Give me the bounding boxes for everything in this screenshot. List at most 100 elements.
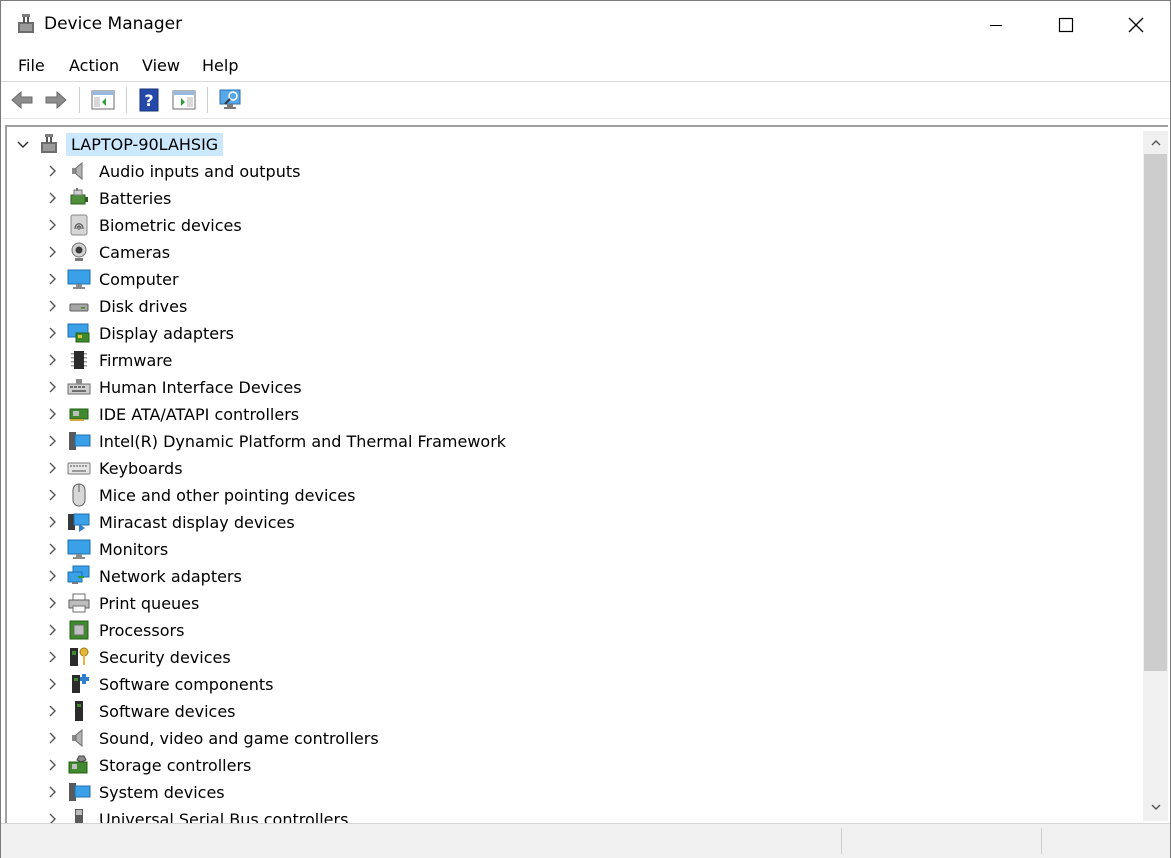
title-bar[interactable]: Device Manager bbox=[1, 1, 1170, 49]
menu-help[interactable]: Help bbox=[198, 55, 242, 76]
tree-item-label[interactable]: Universal Serial Bus controllers bbox=[99, 810, 348, 823]
scroll-down-button[interactable] bbox=[1143, 797, 1168, 817]
close-button[interactable] bbox=[1101, 1, 1171, 49]
tree-item[interactable]: Intel(R) Dynamic Platform and Thermal Fr… bbox=[7, 428, 1142, 455]
root-node-label[interactable]: LAPTOP-90LAHSIG bbox=[66, 133, 224, 156]
tree-item[interactable]: Display adapters bbox=[7, 320, 1142, 347]
tree-item-label[interactable]: Keyboards bbox=[99, 459, 183, 478]
storage-controller-icon bbox=[67, 753, 91, 777]
tree-item[interactable]: System devices bbox=[7, 779, 1142, 806]
tree-item-label[interactable]: Cameras bbox=[99, 243, 170, 262]
tree-item-label[interactable]: Batteries bbox=[99, 189, 171, 208]
device-tree[interactable]: LAPTOP-90LAHSIG Audio inputs and outputs… bbox=[5, 125, 1168, 823]
software-component-icon bbox=[67, 672, 91, 696]
tree-item-label[interactable]: Firmware bbox=[99, 351, 172, 370]
chevron-right-icon[interactable] bbox=[45, 272, 59, 286]
chevron-right-icon[interactable] bbox=[45, 380, 59, 394]
tree-item-label[interactable]: Human Interface Devices bbox=[99, 378, 302, 397]
tree-item[interactable]: Disk drives bbox=[7, 293, 1142, 320]
chevron-right-icon[interactable] bbox=[45, 326, 59, 340]
tree-item[interactable]: Biometric devices bbox=[7, 212, 1142, 239]
chevron-right-icon[interactable] bbox=[45, 218, 59, 232]
tree-item-label[interactable]: Audio inputs and outputs bbox=[99, 162, 300, 181]
tree-item-label[interactable]: Display adapters bbox=[99, 324, 234, 343]
chevron-right-icon[interactable] bbox=[45, 623, 59, 637]
chevron-right-icon[interactable] bbox=[45, 596, 59, 610]
tree-item-label[interactable]: Software components bbox=[99, 675, 273, 694]
tree-item[interactable]: Monitors bbox=[7, 536, 1142, 563]
chevron-right-icon[interactable] bbox=[45, 731, 59, 745]
chevron-right-icon[interactable] bbox=[45, 434, 59, 448]
chevron-right-icon[interactable] bbox=[45, 704, 59, 718]
tree-item-label[interactable]: Miracast display devices bbox=[99, 513, 295, 532]
chevron-right-icon[interactable] bbox=[45, 488, 59, 502]
minimize-button[interactable] bbox=[961, 1, 1031, 49]
tree-item-label[interactable]: Computer bbox=[99, 270, 179, 289]
chevron-right-icon[interactable] bbox=[45, 677, 59, 691]
chevron-right-icon[interactable] bbox=[45, 785, 59, 799]
tree-item[interactable]: Keyboards bbox=[7, 455, 1142, 482]
chevron-right-icon[interactable] bbox=[45, 569, 59, 583]
chevron-right-icon[interactable] bbox=[45, 812, 59, 823]
chevron-right-icon[interactable] bbox=[45, 650, 59, 664]
tree-item[interactable]: Batteries bbox=[7, 185, 1142, 212]
properties-button[interactable] bbox=[171, 87, 197, 113]
tree-item-label[interactable]: Print queues bbox=[99, 594, 199, 613]
chevron-right-icon[interactable] bbox=[45, 758, 59, 772]
controller-card-icon bbox=[67, 402, 91, 426]
tree-item-label[interactable]: Software devices bbox=[99, 702, 236, 721]
tree-item[interactable]: Mice and other pointing devices bbox=[7, 482, 1142, 509]
status-segment bbox=[1041, 828, 1170, 854]
tree-item[interactable]: Computer bbox=[7, 266, 1142, 293]
tree-item[interactable]: Storage controllers bbox=[7, 752, 1142, 779]
tree-item-label[interactable]: IDE ATA/ATAPI controllers bbox=[99, 405, 299, 424]
tree-item[interactable]: Software devices bbox=[7, 698, 1142, 725]
tree-item-label[interactable]: Processors bbox=[99, 621, 184, 640]
help-button[interactable]: ? bbox=[136, 87, 162, 113]
chevron-right-icon[interactable] bbox=[45, 191, 59, 205]
menu-file[interactable]: File bbox=[14, 55, 49, 76]
forward-button[interactable] bbox=[43, 87, 69, 113]
tree-item-label[interactable]: Storage controllers bbox=[99, 756, 251, 775]
tree-item-label[interactable]: Security devices bbox=[99, 648, 231, 667]
scroll-thumb[interactable] bbox=[1144, 154, 1167, 671]
show-hide-console-tree-button[interactable] bbox=[90, 87, 116, 113]
tree-item-label[interactable]: Mice and other pointing devices bbox=[99, 486, 355, 505]
tree-item[interactable]: Processors bbox=[7, 617, 1142, 644]
tree-item-label[interactable]: Disk drives bbox=[99, 297, 187, 316]
chevron-right-icon[interactable] bbox=[45, 245, 59, 259]
back-button[interactable] bbox=[9, 87, 35, 113]
tree-item-label[interactable]: Biometric devices bbox=[99, 216, 242, 235]
tree-item[interactable]: Security devices bbox=[7, 644, 1142, 671]
menu-view[interactable]: View bbox=[138, 55, 184, 76]
tree-item[interactable]: Sound, video and game controllers bbox=[7, 725, 1142, 752]
chevron-right-icon[interactable] bbox=[45, 353, 59, 367]
tree-item[interactable]: Network adapters bbox=[7, 563, 1142, 590]
tree-item[interactable]: Firmware bbox=[7, 347, 1142, 374]
maximize-button[interactable] bbox=[1031, 1, 1101, 49]
tree-root-row[interactable]: LAPTOP-90LAHSIG bbox=[7, 131, 1142, 158]
tree-item[interactable]: Human Interface Devices bbox=[7, 374, 1142, 401]
chevron-right-icon[interactable] bbox=[45, 461, 59, 475]
tree-item-label[interactable]: Sound, video and game controllers bbox=[99, 729, 379, 748]
tree-item[interactable]: IDE ATA/ATAPI controllers bbox=[7, 401, 1142, 428]
chevron-right-icon[interactable] bbox=[45, 542, 59, 556]
scroll-up-button[interactable] bbox=[1143, 133, 1168, 153]
chevron-down-icon[interactable] bbox=[16, 137, 30, 151]
tree-item[interactable]: Cameras bbox=[7, 239, 1142, 266]
tree-item-label[interactable]: Network adapters bbox=[99, 567, 242, 586]
menu-action[interactable]: Action bbox=[65, 55, 123, 76]
scan-hardware-button[interactable] bbox=[218, 87, 244, 113]
tree-item[interactable]: Software components bbox=[7, 671, 1142, 698]
tree-item-label[interactable]: Monitors bbox=[99, 540, 168, 559]
chevron-right-icon[interactable] bbox=[45, 299, 59, 313]
tree-item-label[interactable]: System devices bbox=[99, 783, 225, 802]
tree-item[interactable]: Print queues bbox=[7, 590, 1142, 617]
chevron-right-icon[interactable] bbox=[45, 164, 59, 178]
tree-item[interactable]: Audio inputs and outputs bbox=[7, 158, 1142, 185]
chevron-right-icon[interactable] bbox=[45, 515, 59, 529]
tree-item[interactable]: Universal Serial Bus controllers bbox=[7, 806, 1142, 823]
chevron-right-icon[interactable] bbox=[45, 407, 59, 421]
tree-item-label[interactable]: Intel(R) Dynamic Platform and Thermal Fr… bbox=[99, 432, 506, 451]
tree-item[interactable]: Miracast display devices bbox=[7, 509, 1142, 536]
